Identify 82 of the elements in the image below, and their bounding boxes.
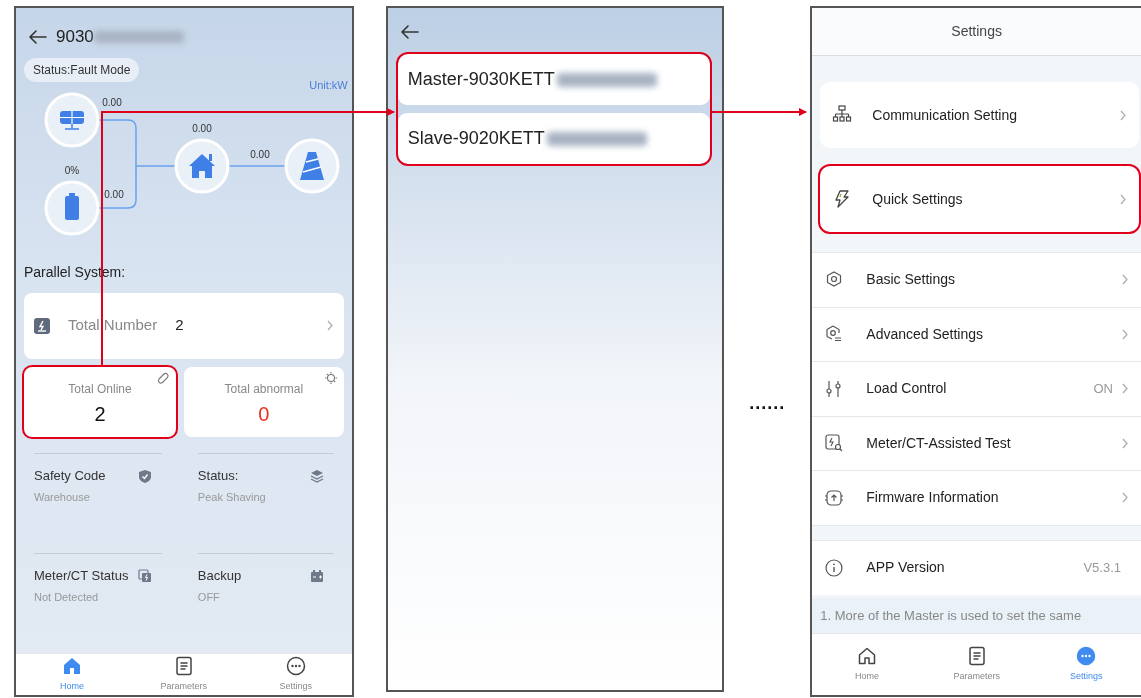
stat-value: 2 [94,403,106,424]
chevron-icon [325,320,334,331]
menu-row[interactable]: Meter/CT-Assisted Test [812,416,1141,471]
solar-panel-icon [44,92,100,147]
chevron-icon [1121,274,1129,286]
settings-label: Quick Settings [872,189,964,209]
bolt-icon [34,317,50,334]
sun-icon [323,370,338,385]
info-label: Status: [197,466,240,485]
tab-bar-item[interactable]: Home [812,634,922,695]
power-tower-icon [284,138,340,193]
tab-bar-item[interactable]: Home [16,653,128,695]
stat-label: Total abnormal [224,380,304,398]
settings-label: APP Version [866,558,946,578]
settings-label: Advanced Settings [866,324,985,344]
document-icon [173,655,194,676]
tab-bar-item[interactable]: Parameters [921,634,1032,695]
chart-search-icon [824,433,845,454]
chevron-icon [1121,383,1129,395]
home-icon [857,645,878,666]
info-value: OFF [197,590,221,605]
home-icon [61,655,82,676]
settings-value: V5.3.1 [1083,559,1121,577]
chevron-icon [1119,109,1127,121]
battery-icon [309,568,324,583]
note-text: 1. More of the Master is used to set the same [812,597,1141,633]
meter-icon [137,568,152,583]
ellipsis-text: ...... [749,392,786,415]
more-icon [1076,645,1097,666]
more-icon [285,655,306,676]
power-reading: 0.00 [104,188,124,200]
network-icon [832,105,853,125]
tab-bar-item[interactable]: Parameters [127,653,240,695]
info-value: Not Detected [34,590,100,605]
tab-bar-item[interactable]: Settings [1031,634,1141,695]
tab-bar-item[interactable]: Settings [239,653,352,695]
settings-label: Basic Settings [866,270,956,290]
screen-title: Settings [812,8,1141,56]
settings-label: Firmware Information [866,488,1000,508]
battery-icon [44,180,100,235]
unit-label: Unit:kW [309,78,348,93]
shield-check-icon [137,468,152,483]
back-arrow-icon [399,24,420,40]
menu-row[interactable]: APP Version V5.3.1 [812,540,1141,595]
chevron-icon [1119,193,1127,205]
house-icon [174,138,230,193]
power-reading: 0.00 [192,122,212,134]
menu-row[interactable]: Firmware Information [812,471,1141,526]
device-item[interactable]: Slave-9020KETT [397,113,711,164]
status-pill: Status:Fault Mode [24,57,140,82]
settings-label: Load Control [866,379,948,399]
battery-percent: 0% [64,164,80,176]
total-number-label: Total Number [68,315,158,336]
info-value: Warehouse [34,490,91,505]
menu-row[interactable]: Load Control ON [812,362,1141,417]
link-icon [156,370,170,385]
menu-row[interactable]: Quick Settings [820,166,1139,232]
menu-row[interactable]: Advanced Settings [812,307,1141,362]
chevron-icon [1121,492,1129,504]
stat-label: Total Online [68,380,132,398]
stat-value: 0 [258,403,270,424]
info-value: Peak Shaving [197,490,266,505]
settings-label: Communication Setting [872,105,1019,125]
info-icon [824,557,845,578]
back-arrow-icon [28,28,48,45]
info-label: Backup [197,566,242,585]
chevron-icon [1121,437,1129,449]
power-reading: 0.00 [102,96,122,108]
menu-row[interactable]: Communication Setting [820,82,1139,148]
device-title: 9030 [56,26,94,48]
info-label: Safety Code [34,466,106,485]
document-icon [966,645,987,666]
chevron-icon [1121,328,1129,340]
info-label: Meter/CT Status [34,566,129,585]
settings-value: ON [1093,380,1113,398]
power-reading: 0.00 [250,148,270,160]
layers-icon [309,468,324,483]
settings-label: Meter/CT-Assisted Test [866,433,1012,453]
device-item[interactable]: Master-9030KETT [397,54,711,105]
total-number-value: 2 [175,315,185,336]
menu-row[interactable]: Basic Settings [812,253,1141,308]
total-number-card[interactable]: Total Number 2 [24,292,344,359]
